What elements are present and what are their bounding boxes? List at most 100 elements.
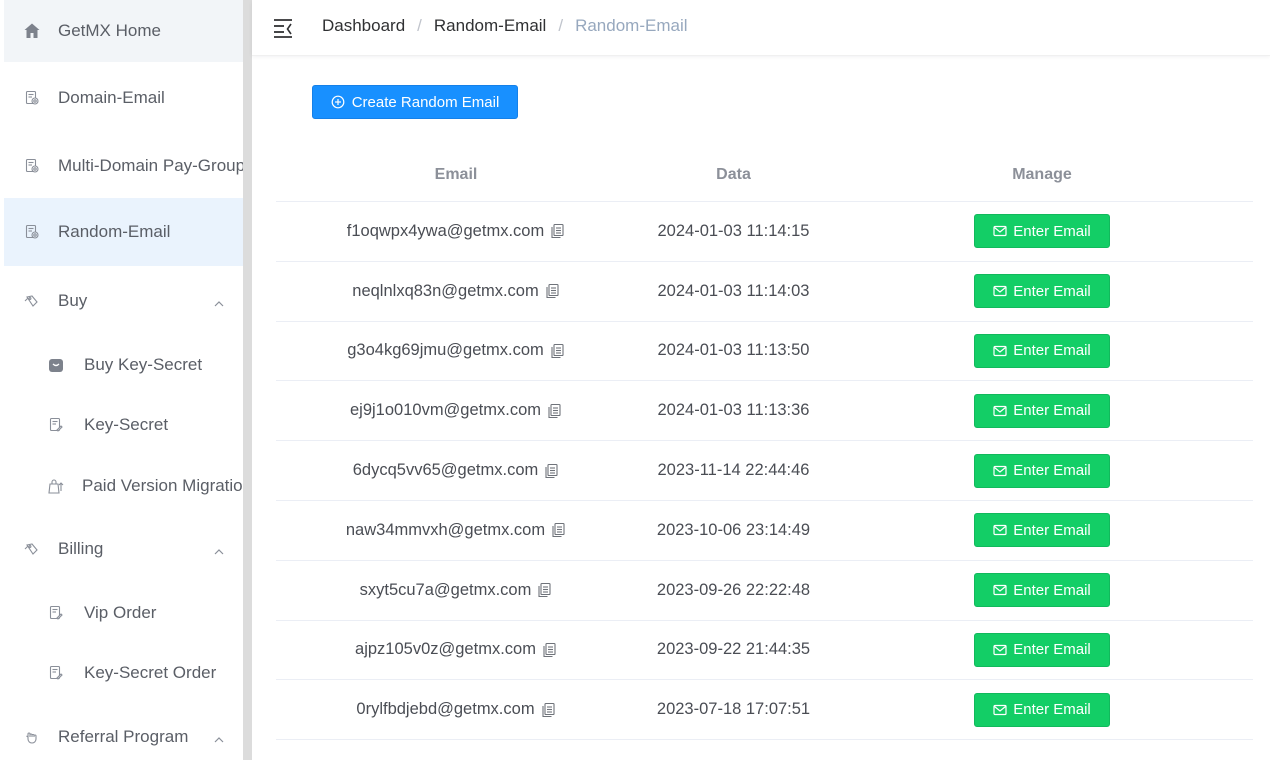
date-cell: 2024-01-03 11:13:36 [657,401,810,420]
manage-cell: Enter Email [831,680,1253,739]
enter-email-button[interactable]: Enter Email [974,453,1110,488]
enter-email-button[interactable]: Enter Email [974,214,1110,249]
sidebar-item-home[interactable]: GetMX Home [4,0,243,62]
manage-cell: Enter Email [831,202,1253,261]
manage-cell: Enter Email [831,621,1253,680]
create-random-email-button[interactable]: Create Random Email [312,85,518,119]
email-cell: naw34mmvxh@getmx.com [276,501,636,560]
copy-icon[interactable] [550,343,565,359]
copy-icon[interactable] [542,642,557,658]
random-email-table: Email Data Manage f1oqwpx4ywa@getmx.com … [276,148,1253,741]
copy-icon[interactable] [547,403,562,419]
copy-icon[interactable] [544,463,559,479]
sidebar-item-label: Domain-Email [58,88,165,107]
mail-icon [993,405,1007,417]
email-cell: neqlnlxq83n@getmx.com [276,262,636,321]
sidebar-item-domain-email[interactable]: Domain-Email [4,66,243,130]
table-body: f1oqwpx4ywa@getmx.com 2024-01-03 11:14:1… [276,202,1253,741]
mail-icon [993,345,1007,357]
sidebar-item-paid-migration[interactable]: Paid Version Migration [4,456,252,516]
enter-email-button[interactable]: Enter Email [974,632,1110,667]
manage-cell: Enter Email [831,262,1253,321]
hand-icon [22,727,42,747]
enter-email-button[interactable]: Enter Email [974,513,1110,548]
sidebar-item-label: Vip Order [84,603,157,622]
table-row: sxyt5cu7a@getmx.com 2023-09-26 22:22:48 … [276,561,1253,621]
sidebar-item-label: Buy [58,291,88,310]
sidebar-item-random-email[interactable]: Random-Email [4,198,243,266]
copy-icon[interactable] [550,223,565,239]
table-row: 6dycq5vv65@getmx.com 2023-11-14 22:44:46… [276,441,1253,501]
enter-email-label: Enter Email [1013,342,1091,360]
top-header: Dashboard / Random-Email / Random-Email [252,0,1270,56]
sidebar-item-billing[interactable]: Billing [4,518,243,580]
breadcrumb-current: Random-Email [575,16,688,35]
email-cell: 0rylfbdjebd@getmx.com [276,680,636,739]
document-edit-icon [46,603,66,623]
email-address: f1oqwpx4ywa@getmx.com [346,221,545,240]
sidebar-item-buy[interactable]: Buy [4,270,243,332]
breadcrumb-item[interactable]: Dashboard [322,16,405,36]
sidebar-item-label: Paid Version Migration [82,476,252,495]
email-address: sxyt5cu7a@getmx.com [359,580,532,599]
table-row: g3o4kg69jmu@getmx.com 2024-01-03 11:13:5… [276,322,1253,382]
copy-icon[interactable] [551,522,566,538]
email-address: neqlnlxq83n@getmx.com [352,281,539,300]
email-address: 6dycq5vv65@getmx.com [352,461,539,480]
mail-icon [993,465,1007,477]
sidebar-scrollbar[interactable] [243,0,252,760]
enter-email-label: Enter Email [1013,521,1091,539]
sidebar-item-label: Random-Email [58,222,171,241]
sidebar-item-referral[interactable]: Referral Program [4,706,243,760]
enter-email-button[interactable]: Enter Email [974,274,1110,309]
enter-email-label: Enter Email [1013,701,1091,719]
enter-email-button[interactable]: Enter Email [974,333,1110,368]
menu-fold-icon[interactable] [272,16,294,38]
breadcrumb-item[interactable]: Random-Email [434,16,546,36]
create-random-email-label: Create Random Email [351,93,500,111]
document-icon [22,156,42,176]
table-header: Email Data Manage [276,148,1253,202]
copy-icon[interactable] [541,702,556,718]
manage-cell: Enter Email [831,561,1253,620]
sidebar-item-vip-order[interactable]: Vip Order [4,584,243,642]
sidebar-item-multi-domain[interactable]: Multi-Domain Pay-Group [4,134,245,198]
date-cell: 2024-01-03 11:14:15 [657,221,810,240]
email-address: naw34mmvxh@getmx.com [345,520,546,539]
enter-email-button[interactable]: Enter Email [974,393,1110,428]
date-cell: 2023-10-06 23:14:49 [656,520,811,539]
email-address: ajpz105v0z@getmx.com [355,640,536,659]
enter-email-label: Enter Email [1013,402,1091,420]
sidebar-item-label: Key-Secret [84,415,169,434]
manage-cell: Enter Email [831,441,1253,500]
breadcrumb-separator: / [558,16,564,35]
email-cell: ej9j1o010vm@getmx.com [276,381,636,440]
enter-email-label: Enter Email [1013,462,1091,480]
chevron-up-icon [213,543,225,563]
mail-icon [993,285,1007,297]
email-cell: sxyt5cu7a@getmx.com [276,561,636,620]
email-cell: f1oqwpx4ywa@getmx.com [276,202,636,261]
sidebar-item-key-secret-order[interactable]: Key-Secret Order [4,644,243,702]
mail-icon [993,524,1007,536]
column-header-manage: Manage [1012,165,1072,183]
home-icon [22,21,42,41]
email-cell: 6dycq5vv65@getmx.com [276,441,636,500]
enter-email-label: Enter Email [1013,282,1091,300]
manage-cell: Enter Email [831,501,1253,560]
enter-email-button[interactable]: Enter Email [974,692,1110,727]
column-header-email: Email [434,165,478,183]
copy-icon[interactable] [537,582,552,598]
email-address: g3o4kg69jmu@getmx.com [347,341,544,360]
mail-icon [993,644,1007,656]
sidebar-item-buy-key-secret[interactable]: Buy Key-Secret [4,336,243,394]
sidebar-item-key-secret[interactable]: Key-Secret [4,396,243,454]
enter-email-button[interactable]: Enter Email [974,573,1110,608]
breadcrumb: Dashboard / Random-Email / Random-Email [322,16,688,36]
chevron-up-icon [213,731,225,751]
document-edit-icon [46,415,66,435]
date-cell: 2023-09-22 21:44:35 [656,640,811,659]
email-address: ej9j1o010vm@getmx.com [350,401,541,420]
email-cell: g3o4kg69jmu@getmx.com [276,322,636,381]
copy-icon[interactable] [545,283,560,299]
